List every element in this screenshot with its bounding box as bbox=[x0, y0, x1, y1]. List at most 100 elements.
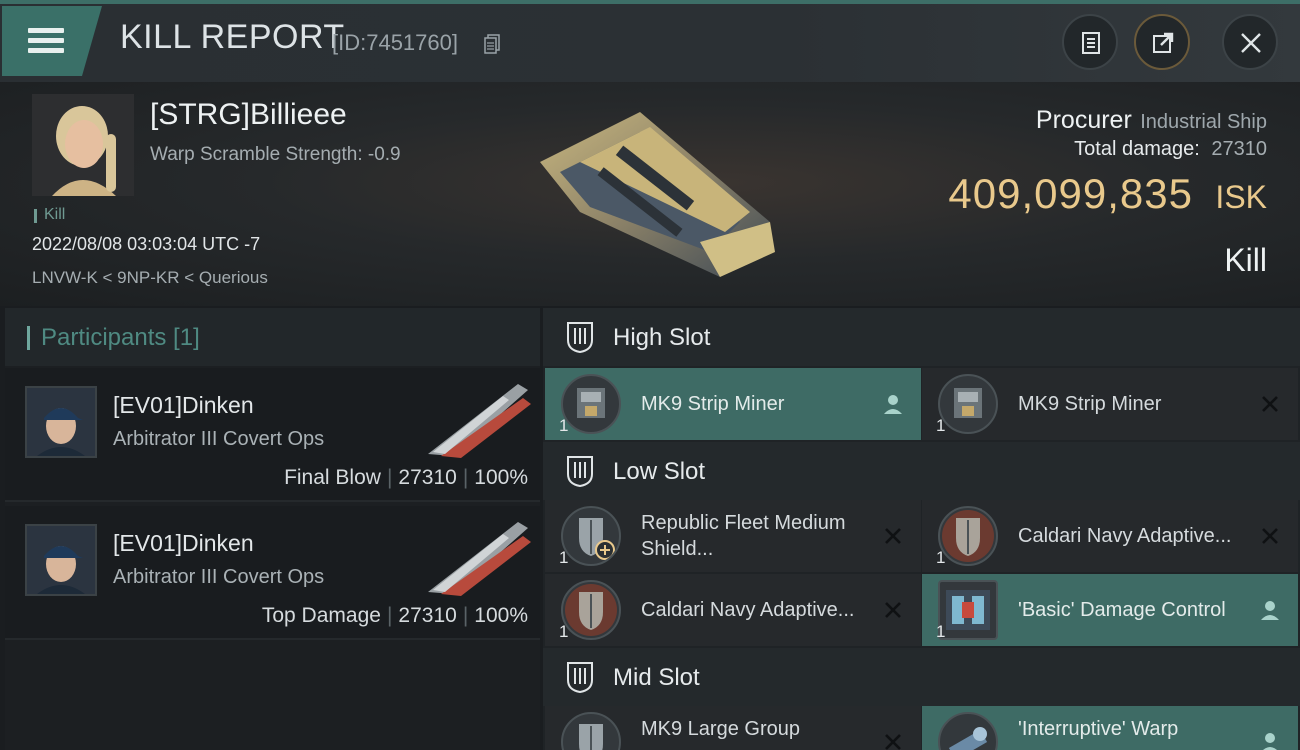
damage-control-icon bbox=[938, 580, 998, 640]
module-item[interactable]: 1 Caldari Navy Adaptive... bbox=[922, 500, 1298, 572]
victim-portrait[interactable] bbox=[32, 94, 134, 196]
module-quantity: 1 bbox=[559, 416, 569, 435]
module-quantity: 1 bbox=[936, 622, 946, 641]
destroyed-x-icon bbox=[1262, 396, 1278, 412]
victim-banner: [STRG]Billieee Warp Scramble Strength: -… bbox=[0, 82, 1300, 306]
participant-ship: Arbitrator III Covert Ops bbox=[113, 428, 325, 450]
destroyed-x-icon bbox=[1262, 528, 1278, 544]
module-name: Caldari Navy Adaptive... bbox=[1018, 525, 1232, 547]
participant-percent: 100% bbox=[474, 466, 528, 489]
module-item[interactable]: 1 MK9 Strip Miner bbox=[545, 368, 921, 440]
menu-icon-bar bbox=[28, 48, 64, 53]
module-name: MK9 Strip Miner bbox=[641, 393, 785, 415]
ship-class: Industrial Ship bbox=[1140, 111, 1267, 133]
header-accent-line bbox=[0, 0, 1300, 4]
low-slot-icon bbox=[567, 456, 593, 488]
fitting-panel: High Slot 1 MK9 Strip Miner 1 MK9 Strip … bbox=[543, 308, 1300, 750]
close-icon bbox=[1241, 33, 1261, 53]
adaptive-plating-icon bbox=[561, 580, 621, 640]
dropped-person-icon bbox=[884, 395, 902, 414]
high-slot-title: High Slot bbox=[613, 324, 711, 351]
module-name: Caldari Navy Adaptive... bbox=[641, 599, 855, 621]
dropped-person-icon bbox=[1261, 601, 1279, 620]
clipboard-icon bbox=[1082, 32, 1100, 54]
isk-value: 409,099,835 bbox=[948, 170, 1193, 217]
menu-icon bbox=[28, 28, 64, 33]
low-slot-header: Low Slot bbox=[543, 442, 1300, 500]
isk-value-row: 409,099,835 ISK bbox=[948, 170, 1267, 218]
participant-avatar bbox=[25, 386, 97, 458]
participant-ship: Arbitrator III Covert Ops bbox=[113, 566, 325, 588]
kill-tag: Kill bbox=[34, 206, 65, 224]
participant-row[interactable]: [EV01]Dinken Arbitrator III Covert Ops T… bbox=[5, 506, 540, 640]
victim-name[interactable]: [STRG]Billieee bbox=[150, 98, 347, 132]
participant-damage: 27310 bbox=[398, 604, 457, 627]
close-button[interactable] bbox=[1222, 14, 1278, 70]
ship-name-row: Procurer Industrial Ship bbox=[1036, 106, 1267, 135]
mid-slot-title: Mid Slot bbox=[613, 664, 700, 691]
module-item[interactable]: 1 Caldari Navy Adaptive... bbox=[545, 574, 921, 646]
participant-row[interactable]: [EV01]Dinken Arbitrator III Covert Ops F… bbox=[5, 368, 540, 502]
participant-percent: 100% bbox=[474, 604, 528, 627]
mid-slot-header: Mid Slot bbox=[543, 648, 1300, 706]
participants-panel: Participants [1] [EV01]Dinken Arbitrator… bbox=[5, 308, 540, 750]
isk-unit: ISK bbox=[1215, 179, 1267, 215]
module-name: 'Basic' Damage Control bbox=[1018, 599, 1226, 621]
module-name: MK9 Large Group bbox=[641, 718, 800, 740]
participants-header: Participants [1] bbox=[5, 308, 540, 366]
menu-icon-bar bbox=[28, 38, 64, 43]
module-item[interactable]: 1 MK9 Large Group bbox=[545, 706, 921, 750]
kill-timestamp: 2022/08/08 03:03:04 UTC -7 bbox=[32, 234, 261, 254]
shield-module-icon bbox=[561, 712, 621, 750]
copy-icon[interactable] bbox=[484, 34, 500, 54]
total-damage-row: Total damage: 27310 bbox=[1074, 138, 1267, 161]
module-name: Republic Fleet Medium Shield... bbox=[641, 512, 846, 560]
destroyed-x-icon bbox=[885, 602, 901, 618]
module-item[interactable]: 1 MK9 Strip Miner bbox=[922, 368, 1298, 440]
destroyed-x-icon bbox=[885, 528, 901, 544]
participant-avatar bbox=[25, 524, 97, 596]
share-icon bbox=[1153, 32, 1174, 53]
participant-role: Final Blow bbox=[284, 466, 381, 489]
shield-module-icon bbox=[561, 506, 621, 566]
clipboard-button[interactable] bbox=[1062, 14, 1118, 70]
participant-role: Top Damage bbox=[261, 604, 381, 627]
participant-stats: Top Damage | 27310 | 100% bbox=[261, 604, 528, 627]
module-quantity: 1 bbox=[559, 548, 569, 567]
module-item[interactable]: 1 Republic Fleet Medium Shield... bbox=[545, 500, 921, 572]
dropped-person-icon bbox=[1263, 733, 1277, 750]
warp-disruptor-icon bbox=[938, 712, 998, 750]
total-damage-label: Total damage: bbox=[1074, 138, 1200, 160]
header-bar: KILL REPORT [ID:7451760] bbox=[0, 0, 1300, 82]
page-title: KILL REPORT bbox=[120, 18, 345, 56]
participant-ship-image bbox=[428, 522, 531, 596]
strip-miner-icon bbox=[561, 374, 621, 434]
high-slot-header: High Slot bbox=[543, 308, 1300, 366]
module-name: 'Interruptive' Warp bbox=[1018, 718, 1179, 740]
module-name: MK9 Strip Miner bbox=[1018, 393, 1162, 415]
participant-name[interactable]: [EV01]Dinken bbox=[113, 392, 254, 419]
participants-title: Participants [1] bbox=[41, 324, 200, 351]
report-id: [ID:7451760] bbox=[332, 30, 458, 55]
menu-button[interactable] bbox=[2, 6, 102, 76]
module-item[interactable]: 1 'Interruptive' Warp bbox=[922, 706, 1298, 750]
mid-slot-icon bbox=[567, 662, 593, 694]
kill-location[interactable]: LNVW-K < 9NP-KR < Querious bbox=[32, 268, 268, 288]
participant-stats: Final Blow | 27310 | 100% bbox=[284, 466, 528, 489]
ship-name[interactable]: Procurer bbox=[1036, 106, 1132, 134]
module-quantity: 1 bbox=[559, 622, 569, 641]
module-item[interactable]: 1 'Basic' Damage Control bbox=[922, 574, 1298, 646]
participant-damage: 27310 bbox=[398, 466, 457, 489]
high-slot-icon bbox=[567, 322, 593, 354]
adaptive-plating-icon bbox=[938, 506, 998, 566]
share-button[interactable] bbox=[1134, 14, 1190, 70]
destroyed-x-icon bbox=[885, 734, 901, 750]
low-slot-title: Low Slot bbox=[613, 458, 706, 485]
warp-scramble-strength: Warp Scramble Strength: -0.9 bbox=[150, 144, 401, 165]
victim-avatar bbox=[32, 94, 134, 196]
strip-miner-icon bbox=[938, 374, 998, 434]
participant-name[interactable]: [EV01]Dinken bbox=[113, 530, 254, 557]
participant-ship-image bbox=[428, 384, 531, 458]
module-quantity: 1 bbox=[936, 548, 946, 567]
module-quantity: 1 bbox=[936, 416, 946, 435]
